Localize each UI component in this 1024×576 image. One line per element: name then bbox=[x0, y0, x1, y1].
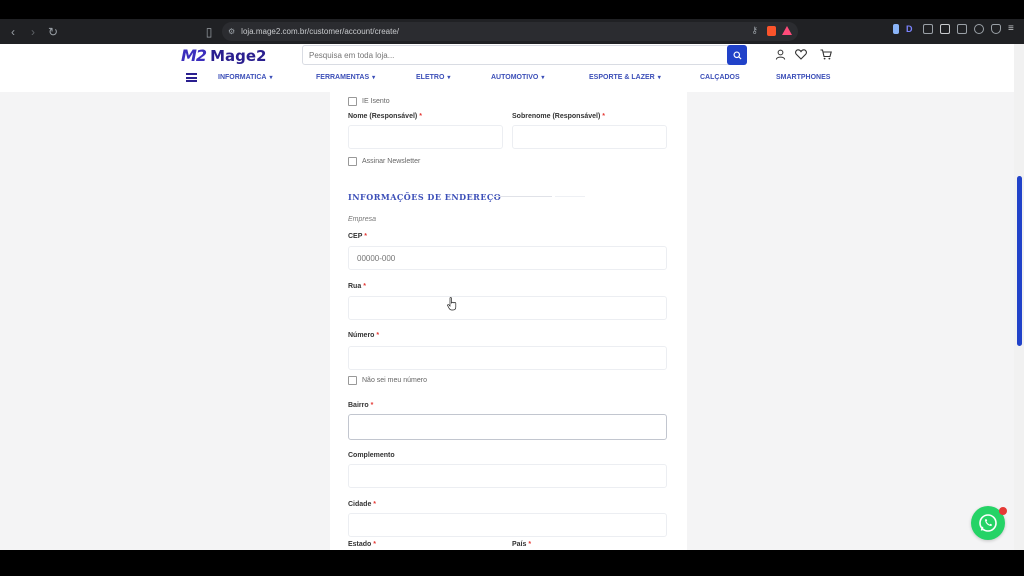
forward-icon[interactable]: › bbox=[26, 25, 40, 39]
menu-icon[interactable]: ≡ bbox=[1008, 24, 1018, 34]
sobrenome-input[interactable] bbox=[521, 131, 801, 144]
main-menu: INFORMATICA ▾ FERRAMENTAS ▾ ELETRO ▾ AUTOMO… bbox=[0, 69, 1014, 89]
cidade-label: Cidade * bbox=[348, 501, 377, 508]
nome-label: Nome (Responsável) * bbox=[348, 113, 422, 120]
cart-icon[interactable] bbox=[820, 48, 832, 60]
nao-sei-numero-label: Não sei meu número bbox=[362, 377, 427, 384]
scrollbar-thumb[interactable] bbox=[1017, 176, 1022, 346]
account-icon[interactable] bbox=[774, 48, 786, 60]
menu-item-ferramentas[interactable]: FERRAMENTAS ▾ bbox=[316, 74, 375, 81]
page: M2 Mage2 INFORMATICA▾ FERRAMENT bbox=[0, 44, 1024, 550]
page-scrollbar[interactable] bbox=[1014, 44, 1024, 550]
search-icon bbox=[732, 50, 742, 60]
search-box bbox=[302, 45, 747, 65]
empresa-label: Empresa bbox=[348, 216, 377, 223]
section-divider bbox=[492, 196, 552, 197]
url-text[interactable]: loja.mage2.com.br/customer/account/creat… bbox=[241, 27, 399, 36]
leo-icon[interactable] bbox=[974, 24, 984, 34]
rua-input[interactable] bbox=[357, 302, 637, 315]
puzzle-icon[interactable] bbox=[923, 24, 933, 34]
bairro-field[interactable] bbox=[348, 414, 667, 440]
bairro-input[interactable] bbox=[357, 420, 637, 433]
numero-input[interactable] bbox=[357, 352, 637, 365]
newsletter-label: Assinar Newsletter bbox=[362, 158, 421, 165]
newsletter-checkbox[interactable] bbox=[348, 157, 357, 166]
nome-field[interactable] bbox=[348, 125, 637, 149]
brave-shield-icon[interactable] bbox=[767, 26, 776, 36]
pais-label: País * bbox=[512, 541, 532, 548]
newsletter-checkbox-row[interactable]: Assinar Newsletter bbox=[348, 157, 420, 166]
numero-field[interactable] bbox=[348, 346, 667, 370]
menu-item-informatica[interactable]: INFORMATICA ▾ bbox=[218, 74, 273, 81]
hand-cursor-icon bbox=[447, 297, 457, 311]
menu-item-smartphones[interactable]: SMARTPHONES bbox=[776, 74, 830, 81]
wishlist-icon[interactable] bbox=[795, 48, 807, 60]
sobrenome-label: Sobrenome (Responsável) * bbox=[512, 113, 605, 120]
nao-sei-numero-checkbox[interactable] bbox=[348, 376, 357, 385]
cep-field[interactable] bbox=[348, 246, 667, 270]
address-bar[interactable]: ⚙ loja.mage2.com.br/customer/account/cre… bbox=[222, 22, 798, 41]
menu-item-esporte-lazer[interactable]: ESPORTE & LAZER ▾ bbox=[589, 74, 661, 81]
search-button[interactable] bbox=[727, 45, 747, 65]
menu-item-calcados[interactable]: CALÇADOS bbox=[700, 74, 740, 81]
back-icon[interactable]: ‹ bbox=[6, 25, 20, 39]
menu-item-eletro[interactable]: ELETRO ▾ bbox=[416, 74, 450, 81]
cep-label: CEP * bbox=[348, 233, 367, 240]
bairro-label: Bairro * bbox=[348, 402, 374, 409]
sobrenome-field[interactable] bbox=[512, 125, 801, 149]
complemento-field[interactable] bbox=[348, 464, 667, 488]
sidebar-icon[interactable] bbox=[940, 24, 950, 34]
bookmark-icon[interactable]: ▯ bbox=[202, 25, 216, 39]
logo-mark: M2 bbox=[181, 46, 207, 65]
site-settings-icon[interactable]: ⚙ bbox=[228, 27, 235, 36]
ie-isento-checkbox-row[interactable]: IE Isento bbox=[348, 97, 390, 106]
site-header: M2 Mage2 INFORMATICA▾ FERRAMENT bbox=[0, 44, 1014, 92]
logo-text: Mage2 bbox=[210, 46, 267, 65]
reload-icon[interactable]: ↻ bbox=[46, 25, 60, 39]
notification-badge bbox=[999, 507, 1007, 515]
extensions-area: D ≡ bbox=[893, 24, 1018, 34]
nao-sei-numero-checkbox-row[interactable]: Não sei meu número bbox=[348, 376, 427, 385]
vpn-icon[interactable] bbox=[991, 24, 1001, 34]
cidade-field[interactable] bbox=[348, 513, 667, 537]
key-icon[interactable]: ⚷ bbox=[751, 25, 758, 36]
whatsapp-icon bbox=[979, 514, 997, 532]
wallet-icon[interactable] bbox=[957, 24, 967, 34]
menu-item-automotivo[interactable]: AUTOMOTIVO ▾ bbox=[491, 74, 544, 81]
ie-isento-checkbox[interactable] bbox=[348, 97, 357, 106]
address-section-title: INFORMAÇÕES DE ENDEREÇO bbox=[348, 192, 502, 202]
estado-label: Estado * bbox=[348, 541, 377, 548]
complemento-label: Complemento bbox=[348, 452, 395, 459]
search-input[interactable] bbox=[309, 48, 719, 62]
numero-label: Número * bbox=[348, 332, 380, 339]
rua-field[interactable] bbox=[348, 296, 667, 320]
screen: ‹ › ↻ ▯ ⚙ loja.mage2.com.br/customer/acc… bbox=[0, 0, 1024, 576]
ie-isento-label: IE Isento bbox=[362, 98, 390, 105]
extension-d-icon[interactable]: D bbox=[906, 24, 916, 34]
rua-label: Rua * bbox=[348, 283, 366, 290]
section-divider-fade bbox=[555, 196, 585, 197]
extension-icon[interactable] bbox=[893, 24, 899, 34]
logo[interactable]: M2 Mage2 bbox=[181, 46, 266, 65]
complemento-input[interactable] bbox=[357, 470, 637, 483]
browser-toolbar: ‹ › ↻ ▯ ⚙ loja.mage2.com.br/customer/acc… bbox=[0, 19, 1024, 44]
cep-input[interactable] bbox=[357, 252, 637, 265]
brave-rewards-icon[interactable] bbox=[782, 26, 792, 35]
cidade-input[interactable] bbox=[357, 519, 637, 532]
hamburger-menu-icon[interactable] bbox=[186, 73, 197, 82]
